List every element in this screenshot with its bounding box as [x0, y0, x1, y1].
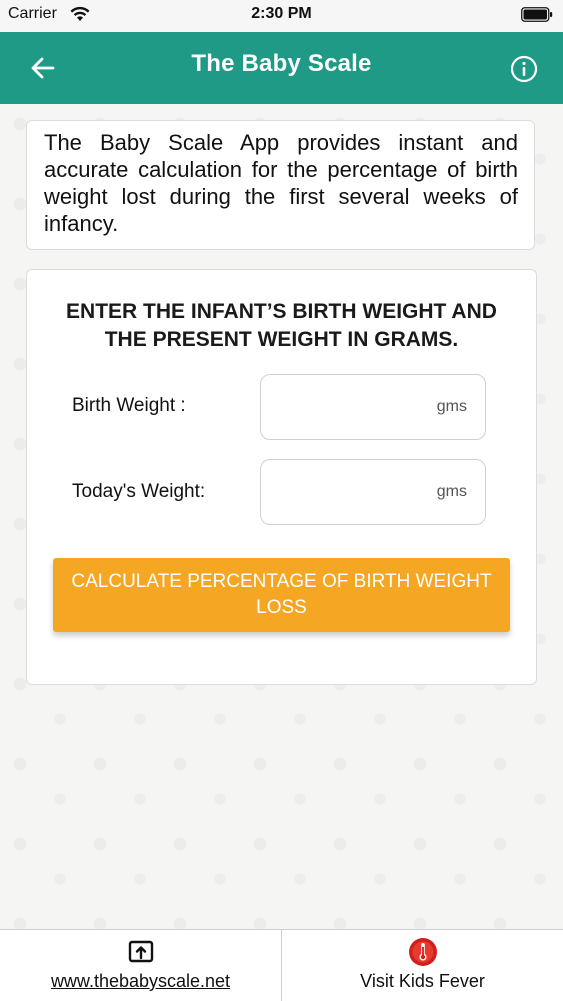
birth-weight-input[interactable] — [260, 374, 486, 440]
kids-fever-link[interactable]: Visit Kids Fever — [281, 930, 563, 1001]
website-label: www.thebabyscale.net — [50, 971, 231, 991]
status-bar: Carrier 2:30 PM — [0, 0, 563, 32]
info-button[interactable] — [507, 52, 541, 86]
open-external-icon — [126, 938, 156, 966]
bottom-bar: www.thebabyscale.net Visit Kids Fever — [0, 929, 563, 1001]
todays-weight-label: Today's Weight: — [72, 481, 206, 502]
website-link[interactable]: www.thebabyscale.net — [0, 930, 281, 1001]
todays-weight-input[interactable] — [260, 459, 486, 525]
kids-fever-label: Visit Kids Fever — [360, 971, 485, 991]
description-text: The Baby Scale App provides instant and … — [44, 130, 518, 236]
description-card: The Baby Scale App provides instant and … — [26, 120, 535, 250]
form-heading: ENTER THE INFANT’S BIRTH WEIGHT AND THE … — [66, 300, 497, 351]
weight-form-card: ENTER THE INFANT’S BIRTH WEIGHT AND THE … — [26, 269, 537, 685]
birth-weight-label: Birth Weight : — [72, 395, 186, 416]
info-icon — [510, 55, 538, 83]
battery-icon — [521, 7, 553, 22]
app-header: The Baby Scale — [0, 32, 563, 104]
page-title: The Baby Scale — [191, 50, 372, 77]
thermometer-icon — [408, 938, 438, 966]
calculate-button[interactable]: CALCULATE PERCENTAGE OF BIRTH WEIGHT LOS… — [53, 558, 510, 632]
status-time: 2:30 PM — [251, 5, 312, 22]
